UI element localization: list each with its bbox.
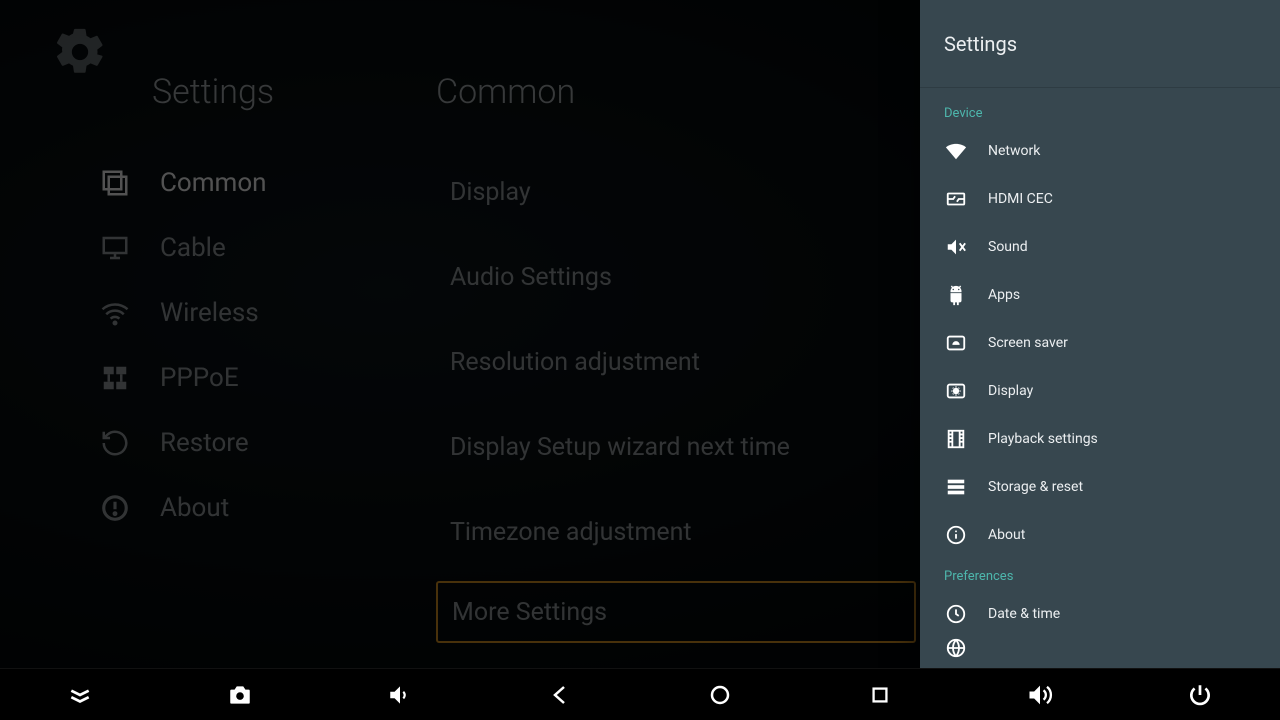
section-label-device: Device (920, 96, 1280, 127)
panel-item-storage-reset[interactable]: Storage & reset (920, 463, 1280, 511)
panel-title: Settings (920, 0, 1280, 88)
navbar-volume-down-button[interactable] (376, 671, 424, 719)
panel-item-playback[interactable]: Playback settings (920, 415, 1280, 463)
panel-item-label: Network (988, 143, 1040, 159)
navbar-power-button[interactable] (1176, 671, 1224, 719)
panel-item-about[interactable]: About (920, 511, 1280, 559)
globe-icon (944, 638, 968, 658)
navbar-home-button[interactable] (696, 671, 744, 719)
navbar-recents-button[interactable] (856, 671, 904, 719)
sound-off-icon (944, 235, 968, 259)
film-icon (944, 427, 968, 451)
panel-item-screen-saver[interactable]: Screen saver (920, 319, 1280, 367)
settings-panel: Settings Device Network HDMI CEC Sound A… (920, 0, 1280, 668)
panel-item-label: About (988, 527, 1025, 543)
panel-item-label: Screen saver (988, 335, 1068, 351)
brightness-icon (944, 379, 968, 403)
screensaver-icon (944, 331, 968, 355)
panel-item-hdmi-cec[interactable]: HDMI CEC (920, 175, 1280, 223)
panel-item-label: Storage & reset (988, 479, 1083, 495)
navbar-expand-button[interactable] (56, 671, 104, 719)
panel-item-label: HDMI CEC (988, 191, 1053, 207)
panel-item-display[interactable]: Display (920, 367, 1280, 415)
panel-item-label: Apps (988, 287, 1020, 303)
panel-item-label: Date & time (988, 606, 1060, 622)
navbar-volume-up-button[interactable] (1016, 671, 1064, 719)
navbar-back-button[interactable] (536, 671, 584, 719)
navbar-screenshot-button[interactable] (216, 671, 264, 719)
wifi-icon (944, 139, 968, 163)
section-label-preferences: Preferences (920, 559, 1280, 590)
clock-icon (944, 602, 968, 626)
panel-item-label: Sound (988, 239, 1028, 255)
panel-item-apps[interactable]: Apps (920, 271, 1280, 319)
android-icon (944, 283, 968, 307)
panel-item-sound[interactable]: Sound (920, 223, 1280, 271)
storage-icon (944, 475, 968, 499)
panel-item-network[interactable]: Network (920, 127, 1280, 175)
info-icon (944, 523, 968, 547)
panel-item-label: Display (988, 383, 1033, 399)
panel-scroll[interactable]: Device Network HDMI CEC Sound Apps Scree… (920, 88, 1280, 668)
panel-item-date-time[interactable]: Date & time (920, 590, 1280, 638)
panel-item-label: Playback settings (988, 431, 1098, 447)
system-navbar (0, 668, 1280, 720)
hdmi-icon (944, 187, 968, 211)
panel-item-language[interactable] (920, 638, 1280, 658)
